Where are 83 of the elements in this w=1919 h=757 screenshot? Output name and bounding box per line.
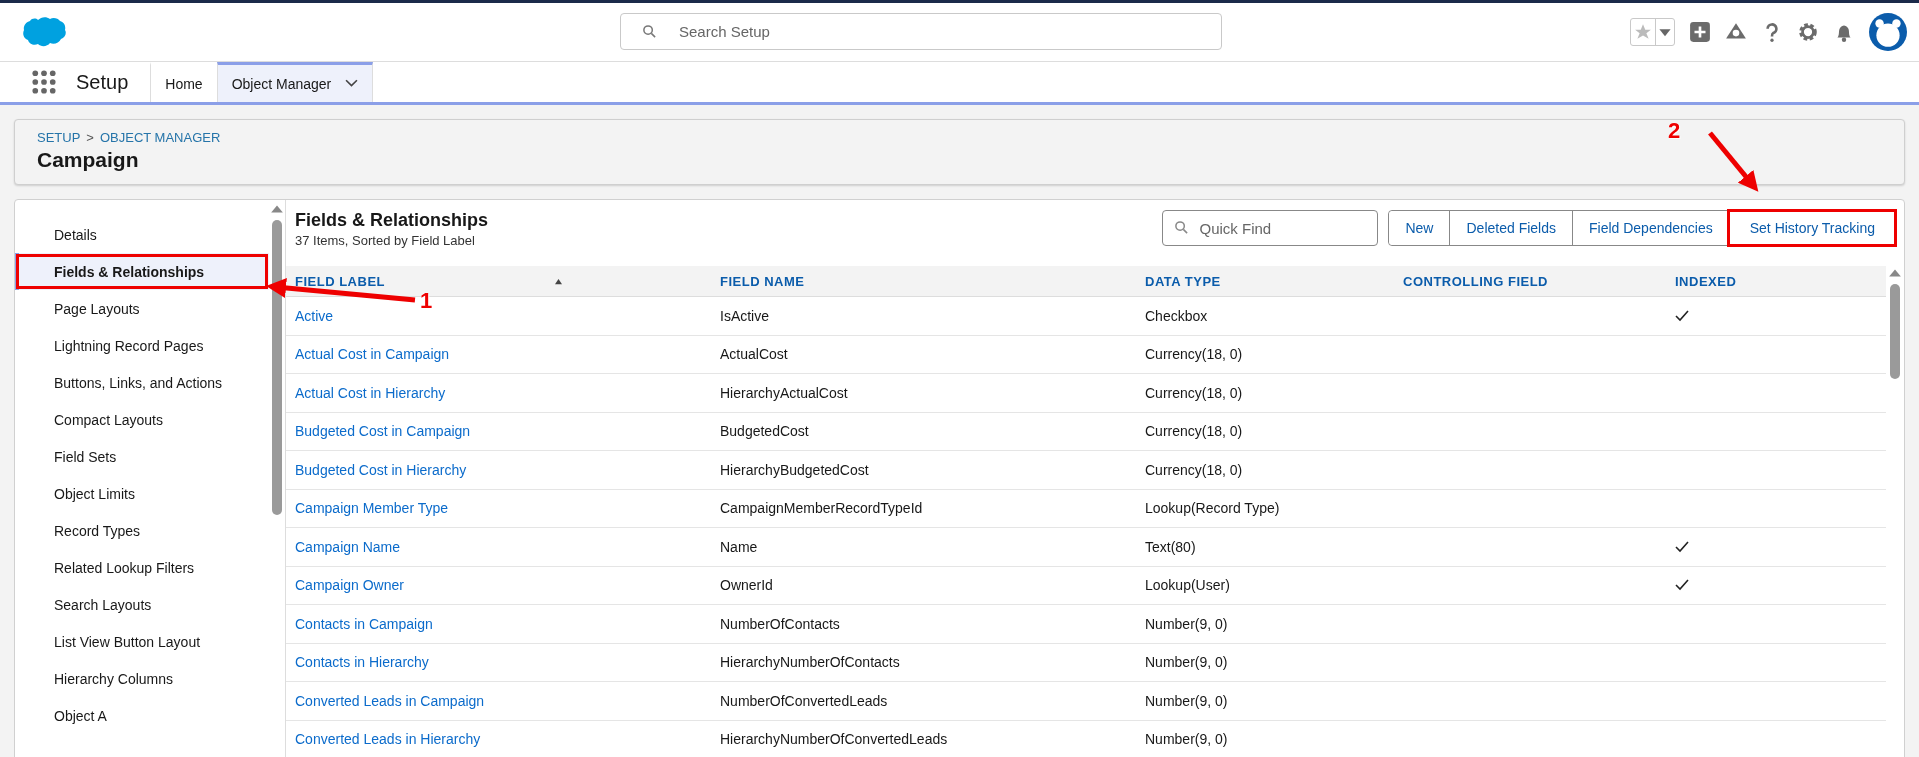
section-subtitle: 37 Items, Sorted by Field Label (295, 233, 476, 248)
search-field[interactable]: Search Setup (620, 13, 1222, 50)
table-cell: HierarchyBudgetedCost (720, 461, 869, 478)
sidebar-item[interactable]: Details (15, 216, 269, 253)
scrollbar-thumb[interactable] (1890, 284, 1900, 379)
field-label-link[interactable]: Converted Leads in Campaign (295, 692, 485, 709)
field-label-link[interactable]: Budgeted Cost in Campaign (295, 423, 471, 440)
column-header[interactable]: FIELD NAME (720, 273, 805, 289)
sidebar-item[interactable]: Buttons, Links, and Actions (15, 364, 269, 401)
table-cell: NumberOfConvertedLeads (720, 692, 888, 709)
table-cell: Name (720, 538, 758, 555)
field-label-link[interactable]: Campaign Owner (295, 577, 404, 594)
field-label-link[interactable]: Budgeted Cost in Hierarchy (295, 461, 467, 478)
field-label-link[interactable]: Campaign Name (295, 538, 401, 555)
table-cell: Number(9, 0) (1145, 654, 1228, 671)
action-button[interactable]: Set History Tracking (1728, 211, 1895, 245)
nav-tab[interactable]: Object Manager (216, 62, 374, 102)
sidebar-item[interactable]: Related Lookup Filters (15, 549, 269, 586)
sidebar-item[interactable]: Fields & Relationships (15, 253, 269, 290)
field-label-link[interactable]: Converted Leads in Hierarchy (295, 731, 481, 748)
sidebar-item[interactable]: Object A (15, 697, 269, 734)
column-header[interactable]: FIELD LABEL (295, 273, 385, 289)
table-cell: HierarchyNumberOfConvertedLeads (720, 731, 948, 748)
settings-icon[interactable] (1797, 21, 1819, 43)
chevron-down-icon[interactable] (345, 79, 359, 88)
column-header[interactable]: DATA TYPE (1145, 273, 1221, 289)
table-cell: Number(9, 0) (1145, 731, 1228, 748)
field-label-link[interactable]: Contacts in Hierarchy (295, 654, 429, 671)
sidebar-item[interactable]: Record Types (15, 512, 269, 549)
annotation-arrow (1708, 131, 1759, 192)
table-cell: Number(9, 0) (1145, 615, 1228, 632)
annotation-number: 2 (1668, 118, 1681, 144)
table-cell: Lookup(User) (1145, 577, 1230, 594)
field-label-link[interactable]: Active (295, 307, 334, 324)
table-cell: NumberOfContacts (720, 615, 840, 632)
table-cell: CampaignMemberRecordTypeId (720, 500, 923, 517)
scroll-up-icon[interactable] (1888, 268, 1902, 278)
table-cell: Currency(18, 0) (1145, 384, 1243, 401)
sort-ascending-icon[interactable] (554, 277, 563, 285)
scroll-up-icon[interactable] (270, 204, 284, 214)
table-cell: BudgetedCost (720, 423, 809, 440)
sidebar-item[interactable]: List View Button Layout (15, 623, 269, 660)
table-cell: Currency(18, 0) (1145, 461, 1243, 478)
table-cell: Lookup(Record Type) (1145, 500, 1280, 517)
breadcrumb-link[interactable]: SETUP (37, 130, 81, 145)
sidebar-item[interactable]: Hierarchy Columns (15, 660, 269, 697)
search-icon (1174, 220, 1190, 235)
table-cell: OwnerId (720, 577, 773, 594)
avatar-icon[interactable] (1869, 13, 1907, 51)
field-label-link[interactable]: Actual Cost in Hierarchy (295, 384, 446, 401)
sidebar-item[interactable]: Compact Layouts (15, 401, 269, 438)
section-title: Fields & Relationships (295, 210, 489, 231)
field-label-link[interactable]: Contacts in Campaign (295, 615, 433, 632)
field-label-link[interactable]: Actual Cost in Campaign (295, 346, 450, 363)
table-cell: Text(80) (1145, 538, 1196, 555)
table-cell: IsActive (720, 307, 769, 324)
app-name: Setup (76, 70, 129, 94)
favorites-button[interactable] (1630, 18, 1675, 46)
table-cell: HierarchyActualCost (720, 384, 848, 401)
sidebar-item[interactable]: Search Layouts (15, 586, 269, 623)
table-cell: HierarchyNumberOfContacts (720, 654, 900, 671)
nav-tab[interactable]: Home (150, 62, 217, 102)
annotation-number: 1 (420, 288, 433, 314)
column-header[interactable]: INDEXED (1675, 273, 1737, 289)
search-icon (642, 24, 657, 39)
breadcrumb-link[interactable]: OBJECT MANAGER (99, 130, 221, 145)
scrollbar-thumb[interactable] (272, 220, 282, 515)
table-cell: Currency(18, 0) (1145, 423, 1243, 440)
table-cell: Checkbox (1145, 307, 1208, 324)
breadcrumb-separator: > (86, 130, 94, 145)
add-icon[interactable] (1689, 21, 1711, 43)
column-header[interactable]: CONTROLLING FIELD (1403, 273, 1548, 289)
field-label-link[interactable]: Campaign Member Type (295, 500, 449, 517)
sidebar-item[interactable]: Object Limits (15, 475, 269, 512)
sidebar-item[interactable]: Lightning Record Pages (15, 327, 269, 364)
table-cell: Number(9, 0) (1145, 692, 1228, 709)
quick-find-field[interactable]: Quick Find (1162, 210, 1379, 246)
table-cell: Currency(18, 0) (1145, 346, 1243, 363)
page-title: Campaign (37, 148, 140, 172)
table-cell: ActualCost (720, 346, 788, 363)
sidebar-item[interactable]: Field Sets (15, 438, 269, 475)
app-launcher-icon[interactable] (32, 70, 56, 94)
sidebar-item[interactable]: Page Layouts (15, 290, 269, 327)
